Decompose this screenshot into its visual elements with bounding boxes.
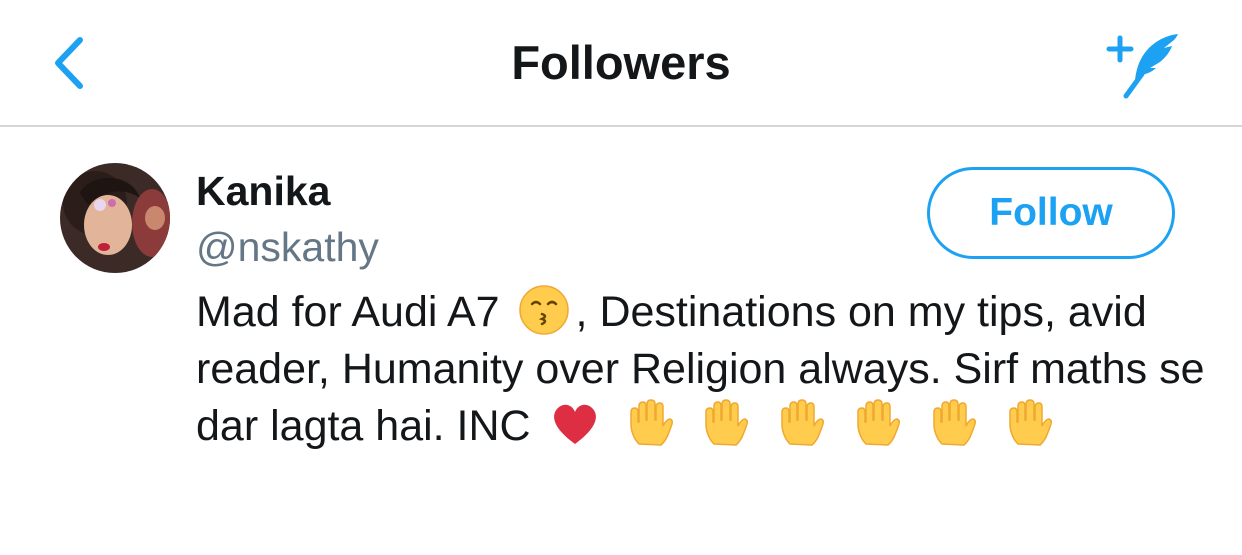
raised-hand-icon: [700, 398, 752, 450]
compose-tweet-icon: [1106, 34, 1178, 99]
follow-button[interactable]: Follow: [927, 167, 1175, 259]
follower-row[interactable]: Kanika @nskathy Follow Mad for Audi A7 ,…: [0, 127, 1242, 555]
raised-hand-icon: [928, 398, 980, 450]
page-title: Followers: [511, 36, 731, 89]
compose-tweet-button[interactable]: [1104, 30, 1188, 100]
kissing-face-icon: [518, 284, 570, 336]
bio-text-start: Mad for Audi A7: [196, 288, 500, 336]
avatar[interactable]: [60, 163, 170, 273]
raised-hand-icon: [776, 398, 828, 450]
user-bio: Mad for Audi A7 , Destinations on my tip…: [196, 284, 1206, 455]
raised-hand-icon: [1004, 398, 1056, 450]
red-heart-icon: [549, 398, 601, 450]
user-handle[interactable]: @nskathy: [196, 223, 379, 271]
user-display-name[interactable]: Kanika: [196, 167, 330, 215]
raised-hand-icon: [625, 398, 677, 450]
raised-hand-icon: [852, 398, 904, 450]
nav-bar: Followers: [0, 0, 1242, 127]
